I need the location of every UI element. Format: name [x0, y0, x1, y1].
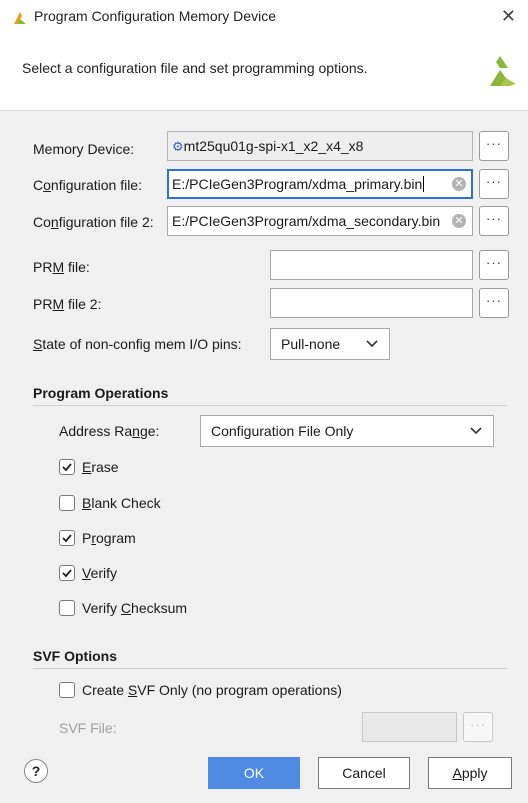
memory-device-value: mt25qu01g-spi-x1_x2_x4_x8 — [183, 138, 364, 154]
title-bar: Program Configuration Memory Device ✕ — [0, 0, 528, 34]
memory-device-field: ⚙mt25qu01g-spi-x1_x2_x4_x8 — [167, 131, 473, 161]
config-file-browse-button[interactable]: ··· — [479, 169, 509, 199]
dialog-header: Select a configuration file and set prog… — [0, 34, 528, 110]
prm-file-input[interactable] — [270, 250, 473, 280]
svf-file-browse-button[interactable]: ··· — [463, 712, 493, 742]
verify-label: Verify — [82, 565, 118, 581]
config-file-label: Configuration file: — [33, 177, 142, 193]
blank-check-label: Blank Check — [82, 495, 161, 511]
check-icon — [62, 569, 72, 578]
ok-button[interactable]: OK — [208, 757, 300, 789]
prm-file-label: PRM file: — [33, 259, 90, 275]
blank-check-checkbox[interactable] — [59, 495, 75, 511]
config-file-input[interactable]: E:/PCIeGen3Program/xdma_primary.bin ✕ — [167, 169, 473, 199]
prm-file2-browse-button[interactable]: ··· — [479, 288, 509, 318]
verify-checksum-checkbox[interactable] — [59, 600, 75, 616]
config-file2-label: Configuration file 2: — [33, 214, 154, 230]
state-pins-value: Pull-none — [281, 336, 341, 352]
header-description: Select a configuration file and set prog… — [22, 60, 368, 76]
config-file2-input[interactable]: E:/PCIeGen3Program/xdma_secondary.bin ✕ — [167, 206, 473, 236]
check-icon — [62, 463, 72, 472]
svf-file-label: SVF File: — [59, 720, 117, 736]
create-svf-checkbox[interactable] — [59, 682, 75, 698]
config-file2-value: E:/PCIeGen3Program/xdma_secondary.bin — [172, 213, 441, 229]
erase-label: Erase — [82, 459, 119, 475]
config-file2-browse-button[interactable]: ··· — [479, 206, 509, 236]
address-range-label: Address Range: — [59, 423, 160, 439]
apply-button[interactable]: Apply — [428, 757, 512, 789]
memory-device-label: Memory Device: — [33, 141, 135, 157]
program-label: Program — [82, 530, 136, 546]
prm-file-browse-button[interactable]: ··· — [479, 250, 509, 280]
state-pins-select[interactable]: Pull-none — [270, 328, 390, 360]
vivado-logo-icon — [14, 12, 26, 24]
verify-checksum-label: Verify Checksum — [82, 600, 188, 616]
chip-icon: ⚙ — [172, 139, 184, 154]
memory-device-browse-button[interactable]: ··· — [479, 131, 509, 161]
address-range-value: Configuration File Only — [211, 423, 354, 439]
clear-icon[interactable]: ✕ — [452, 177, 466, 191]
erase-checkbox[interactable] — [59, 459, 75, 475]
config-file-value: E:/PCIeGen3Program/xdma_primary.bin — [172, 176, 423, 192]
cancel-button[interactable]: Cancel — [318, 757, 410, 789]
prm-file2-input[interactable] — [270, 288, 473, 318]
address-range-select[interactable]: Configuration File Only — [200, 415, 494, 447]
xilinx-logo-icon — [490, 56, 516, 86]
chevron-down-icon — [366, 340, 378, 348]
program-operations-title: Program Operations — [33, 385, 169, 401]
state-pins-label: State of non-config mem I/O pins: — [33, 336, 242, 352]
prm-file2-label: PRM file 2: — [33, 296, 102, 312]
verify-checkbox[interactable] — [59, 565, 75, 581]
program-checkbox[interactable] — [59, 530, 75, 546]
chevron-down-icon — [470, 427, 482, 435]
header-divider — [0, 110, 528, 111]
section-divider — [33, 668, 507, 669]
svf-options-title: SVF Options — [33, 648, 117, 664]
window-title: Program Configuration Memory Device — [34, 8, 276, 24]
create-svf-label: Create SVF Only (no program operations) — [82, 682, 342, 698]
close-icon[interactable]: ✕ — [501, 7, 516, 25]
svf-file-input[interactable] — [362, 712, 457, 742]
clear-icon[interactable]: ✕ — [452, 214, 466, 228]
section-divider — [33, 405, 507, 406]
help-button[interactable]: ? — [24, 759, 48, 783]
check-icon — [62, 534, 72, 543]
